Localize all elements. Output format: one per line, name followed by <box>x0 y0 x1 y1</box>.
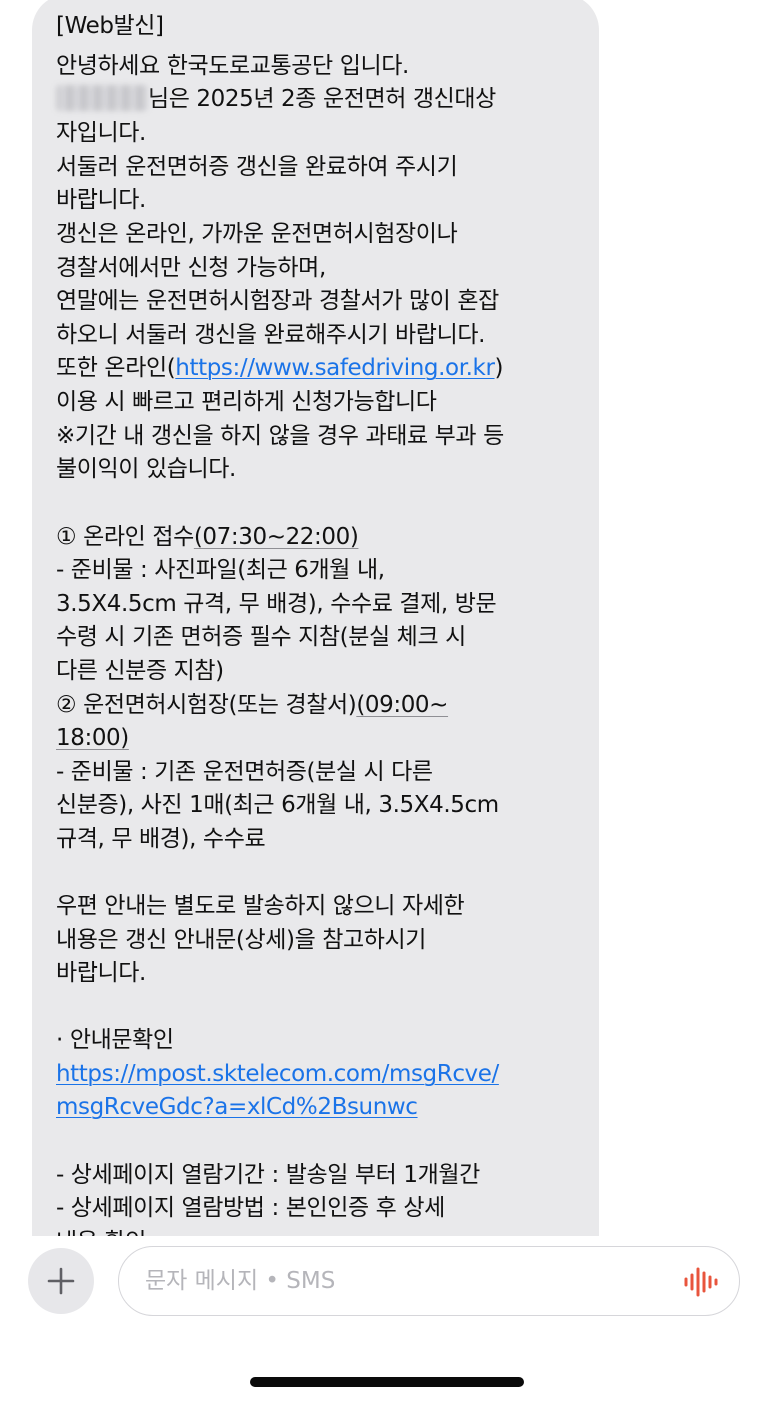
message-line: 신분증), 사진 1매(최근 6개월 내, 3.5X4.5cm <box>56 792 499 818</box>
message-input-placeholder: 문자 메시지 • SMS <box>145 1268 336 1294</box>
messages-screen: [Web발신] 안녕하세요 한국도로교통공단 입니다. 님은 2025년 2종 … <box>0 0 773 1402</box>
message-line: 바랍니다. <box>56 960 146 986</box>
notice-link-line-2: msgRcveGdc?a=xlCd%2Bsunwc <box>56 1090 418 1124</box>
section-office-label: ② 운전면허시험장(또는 경찰서) <box>56 692 357 718</box>
message-line: 수령 시 기존 면허증 필수 지참(분실 체크 시 <box>56 624 466 650</box>
notice-title: · 안내문확인 <box>56 1027 174 1053</box>
message-header: [Web발신] <box>56 13 164 39</box>
message-line: 하오니 서둘러 갱신을 완료해주시기 바랍니다. <box>56 322 485 348</box>
message-line: 내용 확인 <box>56 1225 146 1236</box>
message-target-line: 님은 2025년 2종 운전면허 갱신대상 <box>56 82 496 116</box>
mpost-link[interactable]: https://mpost.sktelecom.com/msgRcve/ <box>56 1061 499 1087</box>
message-line: - 상세페이지 열람기간 : 발송일 부터 1개월간 <box>56 1162 480 1188</box>
message-line: 규격, 무 배경), 수수료 <box>56 826 266 852</box>
notice-link-line-1: https://mpost.sktelecom.com/msgRcve/ <box>56 1057 499 1091</box>
message-online-line: 또한 온라인(https://www.safedriving.or.kr) <box>56 351 504 385</box>
message-line: - 상세페이지 열람방법 : 본인인증 후 상세 <box>56 1195 445 1221</box>
message-line: 서둘러 운전면허증 갱신을 완료하여 주시기 <box>56 154 458 180</box>
online-hours[interactable]: (07:30~22:00) <box>194 524 359 550</box>
message-line: 갱신은 온라인, 가까운 운전면허시험장이나 <box>56 221 458 247</box>
online-prefix: 또한 온라인( <box>56 355 176 381</box>
redacted-name <box>56 85 148 111</box>
mpost-link-continued[interactable]: msgRcveGdc?a=xlCd%2Bsunwc <box>56 1094 418 1120</box>
message-greeting: 안녕하세요 한국도로교통공단 입니다. <box>56 53 409 79</box>
message-line: 이용 시 빠르고 편리하게 신청가능합니다 <box>56 389 437 415</box>
message-thread[interactable]: [Web발신] 안녕하세요 한국도로교통공단 입니다. 님은 2025년 2종 … <box>0 0 773 1236</box>
section-online-label: ① 온라인 접수 <box>56 524 194 550</box>
message-line: 내용은 갱신 안내문(상세)을 참고하시기 <box>56 927 427 953</box>
message-line: 연말에는 운전면허시험장과 경찰서가 많이 혼잡 <box>56 288 499 314</box>
message-line: ※기간 내 갱신을 하지 않을 경우 과태료 부과 등 <box>56 423 504 449</box>
office-hours-end-line: 18:00) <box>56 721 129 755</box>
add-attachment-button[interactable] <box>28 1248 94 1314</box>
message-line: - 준비물 : 사진파일(최근 6개월 내, <box>56 557 385 583</box>
home-indicator[interactable] <box>250 1377 524 1387</box>
message-line: 다른 신분증 지참) <box>56 658 224 684</box>
message-input[interactable]: 문자 메시지 • SMS <box>118 1246 740 1316</box>
message-line: 자입니다. <box>56 120 146 146</box>
message-line: 경찰서에서만 신청 가능하며, <box>56 255 326 281</box>
message-line: 우편 안내는 별도로 발송하지 않으니 자세한 <box>56 893 465 919</box>
safedriving-link[interactable]: https://www.safedriving.or.kr <box>175 355 495 381</box>
section-online-title: ① 온라인 접수(07:30~22:00) <box>56 520 359 554</box>
office-hours-end[interactable]: 18:00) <box>56 725 129 751</box>
office-hours-start[interactable]: (09:00~ <box>356 692 448 718</box>
section-office-title: ② 운전면허시험장(또는 경찰서)(09:00~ <box>56 688 448 722</box>
waveform-icon[interactable] <box>683 1266 719 1298</box>
message-line: 불이익이 있습니다. <box>56 456 236 482</box>
message-line: - 준비물 : 기존 운전면허증(분실 시 다른 <box>56 759 433 785</box>
message-target-text: 님은 2025년 2종 운전면허 갱신대상 <box>148 86 496 112</box>
message-line: 바랍니다. <box>56 187 146 213</box>
plus-icon <box>47 1267 75 1295</box>
online-suffix: ) <box>494 355 504 381</box>
message-line: 3.5X4.5cm 규격, 무 배경), 수수료 결제, 방문 <box>56 591 497 617</box>
